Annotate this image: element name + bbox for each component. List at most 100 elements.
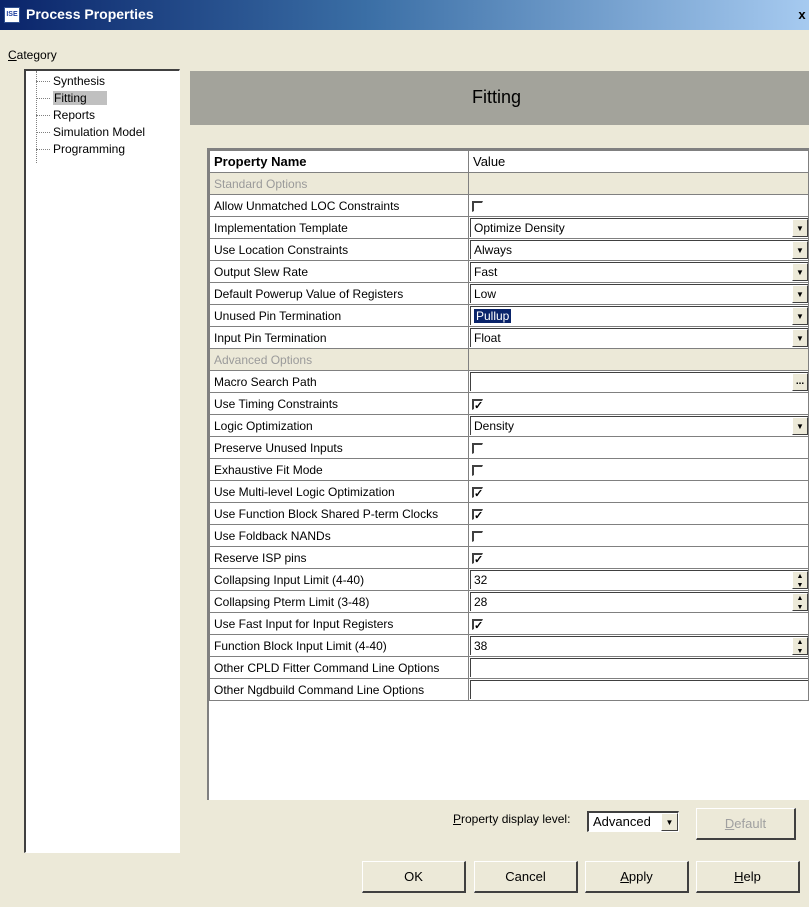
property-display-level-label: Property display level: bbox=[453, 812, 571, 826]
use-location-constraints-select[interactable]: Always ▼ bbox=[470, 240, 808, 259]
tree-item-label: Reports bbox=[53, 108, 96, 122]
property-name-unused-pin-termination: Unused Pin Termination bbox=[209, 304, 469, 327]
section-value-cell bbox=[468, 348, 809, 371]
chevron-down-icon[interactable]: ▼ bbox=[792, 285, 808, 303]
other-cpld-fitter-command-line-options-field[interactable] bbox=[470, 658, 808, 677]
other-ngdbuild-command-line-options-field[interactable] bbox=[470, 680, 808, 699]
allow-unmatched-loc-constraints-checkbox[interactable] bbox=[472, 200, 483, 212]
unused-pin-termination-select[interactable]: Pullup ▼ bbox=[470, 306, 808, 325]
input-pin-termination-select[interactable]: Float ▼ bbox=[470, 328, 808, 347]
value-text: Always bbox=[474, 243, 513, 257]
value-cell: 38 ▲ ▼ bbox=[468, 634, 809, 657]
ok-button[interactable]: OK bbox=[362, 861, 466, 893]
spin-down-icon[interactable]: ▼ bbox=[793, 603, 807, 612]
chevron-down-icon[interactable]: ▼ bbox=[792, 219, 808, 237]
value-text: 38 bbox=[474, 639, 488, 653]
spin-up-icon[interactable]: ▲ bbox=[793, 572, 807, 581]
chevron-down-icon[interactable]: ▼ bbox=[792, 263, 808, 281]
tree-item-reports[interactable]: Reports bbox=[26, 107, 95, 124]
app-icon: ISE bbox=[4, 7, 20, 23]
category-tree[interactable]: Synthesis Fitting Reports Simulation Model P… bbox=[24, 69, 180, 853]
macro-search-path-field[interactable]: ... bbox=[470, 372, 808, 391]
spin-up-icon[interactable]: ▲ bbox=[793, 638, 807, 647]
value-cell: Float ▼ bbox=[468, 326, 809, 349]
reserve-isp-pins-checkbox[interactable]: ✓ bbox=[472, 553, 483, 566]
implementation-template-select[interactable]: Optimize Density ▼ bbox=[470, 218, 808, 237]
help-button[interactable]: Help bbox=[696, 861, 800, 893]
value-cell: Pullup ▼ bbox=[468, 304, 809, 327]
tree-item-fitting[interactable]: Fitting bbox=[26, 90, 107, 107]
table-row: Output Slew Rate Fast ▼ bbox=[209, 260, 809, 283]
table-row: Other CPLD Fitter Command Line Options bbox=[209, 656, 809, 679]
output-slew-rate-select[interactable]: Fast ▼ bbox=[470, 262, 808, 281]
table-row: Use Location Constraints Always ▼ bbox=[209, 238, 809, 261]
title-bar[interactable]: ISE Process Properties x bbox=[0, 0, 809, 30]
property-name-logic-optimization: Logic Optimization bbox=[209, 414, 469, 437]
collapsing-input-limit-4-40-stepper[interactable]: 32 ▲ ▼ bbox=[470, 570, 808, 589]
property-table: Property Name Value Standard Options Allo… bbox=[209, 150, 809, 701]
table-row: Use Foldback NANDs bbox=[209, 524, 809, 547]
chevron-down-icon[interactable]: ▼ bbox=[792, 307, 808, 325]
value-text: Fast bbox=[474, 265, 498, 279]
tree-item-simulation-model[interactable]: Simulation Model bbox=[26, 124, 145, 141]
collapsing-pterm-limit-3-48-stepper[interactable]: 28 ▲ ▼ bbox=[470, 592, 808, 611]
property-name-other-cpld-fitter-command-line-options: Other CPLD Fitter Command Line Options bbox=[209, 656, 469, 679]
use-fast-input-for-input-registers-checkbox[interactable]: ✓ bbox=[472, 619, 483, 632]
property-name-other-ngdbuild-command-line-options: Other Ngdbuild Command Line Options bbox=[209, 678, 469, 701]
browse-button[interactable]: ... bbox=[792, 373, 808, 391]
apply-button[interactable]: Apply bbox=[585, 861, 689, 893]
use-timing-constraints-checkbox[interactable]: ✓ bbox=[472, 399, 483, 412]
chevron-down-icon[interactable]: ▼ bbox=[661, 813, 678, 831]
use-foldback-nands-checkbox[interactable] bbox=[472, 530, 483, 542]
property-name-use-fast-input-for-input-registers: Use Fast Input for Input Registers bbox=[209, 612, 469, 635]
spin-down-icon[interactable]: ▼ bbox=[793, 647, 807, 656]
property-name-use-function-block-shared-p-term-clocks: Use Function Block Shared P-term Clocks bbox=[209, 502, 469, 525]
default-button[interactable]: Default bbox=[696, 808, 796, 840]
tree-item-synthesis[interactable]: Synthesis bbox=[26, 73, 105, 90]
header-bar: Fitting bbox=[190, 71, 809, 125]
property-name-exhaustive-fit-mode: Exhaustive Fit Mode bbox=[209, 458, 469, 481]
table-row: Macro Search Path... bbox=[209, 370, 809, 393]
value-cell: 32 ▲ ▼ bbox=[468, 568, 809, 591]
cancel-button[interactable]: Cancel bbox=[474, 861, 578, 893]
section-row-advanced-options: Advanced Options bbox=[209, 348, 809, 371]
spin-down-icon[interactable]: ▼ bbox=[793, 581, 807, 590]
spin-buttons[interactable]: ▲ ▼ bbox=[792, 637, 808, 655]
value-text: Density bbox=[474, 419, 515, 433]
spin-up-icon[interactable]: ▲ bbox=[793, 594, 807, 603]
property-name-use-foldback-nands: Use Foldback NANDs bbox=[209, 524, 469, 547]
property-name-collapsing-pterm-limit-3-48: Collapsing Pterm Limit (3-48) bbox=[209, 590, 469, 613]
table-row: Use Function Block Shared P-term Clocks ✓ bbox=[209, 502, 809, 525]
use-function-block-shared-p-term-clocks-checkbox[interactable]: ✓ bbox=[472, 509, 483, 522]
value-text: Float bbox=[474, 331, 501, 345]
chevron-down-icon[interactable]: ▼ bbox=[792, 241, 808, 259]
value-text: Pullup bbox=[474, 309, 512, 323]
default-powerup-value-of-registers-select[interactable]: Low ▼ bbox=[470, 284, 808, 303]
logic-optimization-select[interactable]: Density ▼ bbox=[470, 416, 808, 435]
use-multi-level-logic-optimization-checkbox[interactable]: ✓ bbox=[472, 487, 483, 500]
table-row: Function Block Input Limit (4-40) 38 ▲ ▼ bbox=[209, 634, 809, 657]
table-header-row: Property Name Value bbox=[209, 150, 809, 173]
property-display-level-select[interactable]: Advanced ▼ bbox=[587, 811, 679, 832]
table-row: Collapsing Input Limit (4-40) 32 ▲ ▼ bbox=[209, 568, 809, 591]
tree-item-programming[interactable]: Programming bbox=[26, 141, 125, 158]
table-row: Logic Optimization Density ▼ bbox=[209, 414, 809, 437]
category-label: Category bbox=[8, 48, 57, 62]
preserve-unused-inputs-checkbox[interactable] bbox=[472, 442, 483, 454]
value-cell: Density ▼ bbox=[468, 414, 809, 437]
value-cell bbox=[468, 194, 809, 217]
tree-branch bbox=[36, 148, 50, 151]
chevron-down-icon[interactable]: ▼ bbox=[792, 417, 808, 435]
property-name-collapsing-input-limit-4-40: Collapsing Input Limit (4-40) bbox=[209, 568, 469, 591]
function-block-input-limit-4-40-stepper[interactable]: 38 ▲ ▼ bbox=[470, 636, 808, 655]
value-cell bbox=[468, 436, 809, 459]
close-button[interactable]: x bbox=[795, 6, 809, 24]
value-cell bbox=[468, 458, 809, 481]
value-cell bbox=[468, 524, 809, 547]
table-row: Collapsing Pterm Limit (3-48) 28 ▲ ▼ bbox=[209, 590, 809, 613]
spin-buttons[interactable]: ▲ ▼ bbox=[792, 571, 808, 589]
spin-buttons[interactable]: ▲ ▼ bbox=[792, 593, 808, 611]
chevron-down-icon[interactable]: ▼ bbox=[792, 329, 808, 347]
exhaustive-fit-mode-checkbox[interactable] bbox=[472, 464, 483, 476]
table-row: Implementation Template Optimize Density ▼ bbox=[209, 216, 809, 239]
